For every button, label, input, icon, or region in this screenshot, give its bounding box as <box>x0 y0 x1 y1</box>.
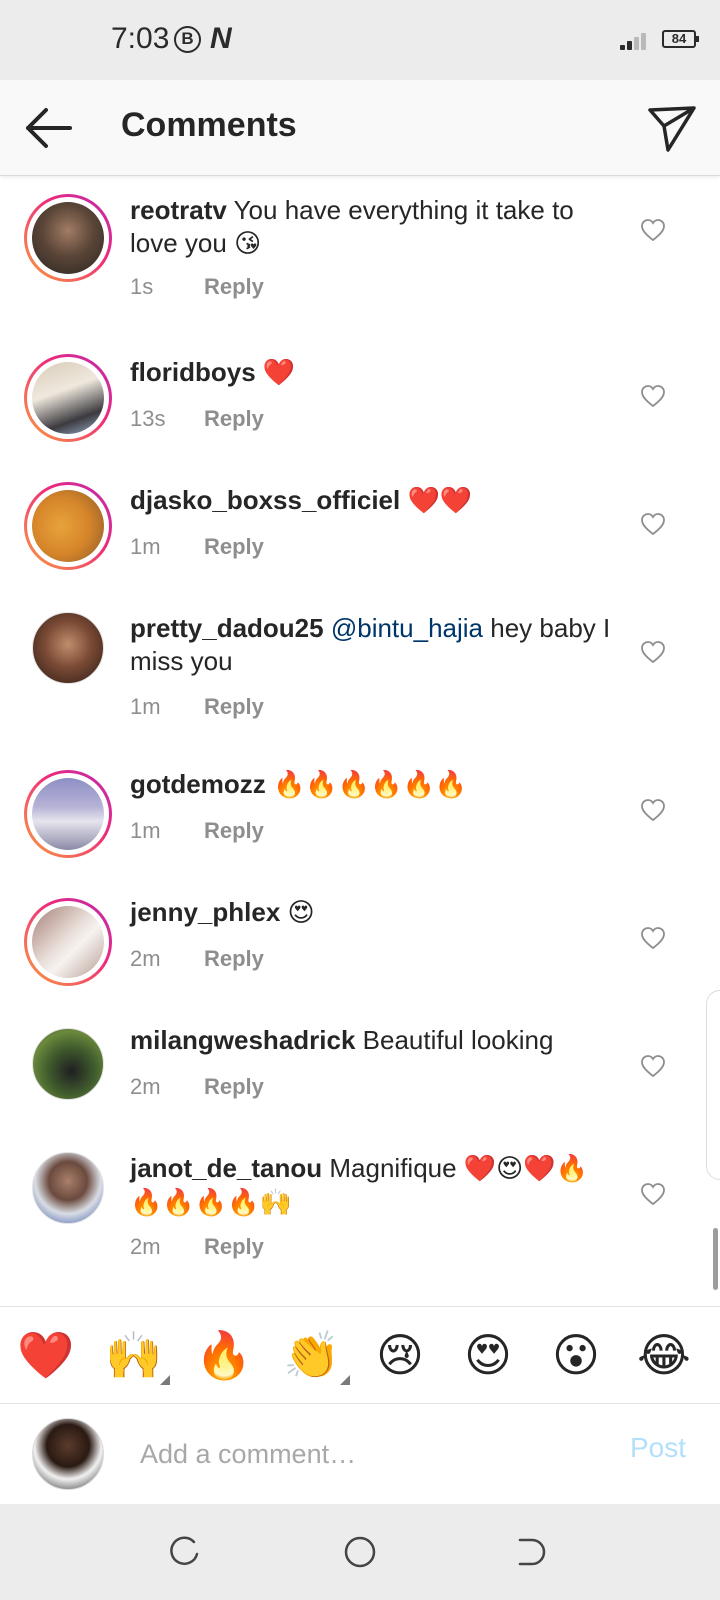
like-heart-icon[interactable] <box>640 1054 666 1078</box>
reply-button[interactable]: Reply <box>204 818 264 844</box>
emoji-heart-eyes-button[interactable]: 😍 <box>458 1325 518 1385</box>
reply-button[interactable]: Reply <box>204 946 264 972</box>
comment-time: 1s <box>130 274 154 299</box>
comment-time: 2m <box>130 1074 161 1099</box>
emoji-heart-button[interactable]: ❤️ <box>16 1325 76 1385</box>
edge-panel-handle[interactable] <box>706 990 720 1180</box>
emoji-variant-indicator <box>160 1375 170 1385</box>
emoji-fire-button[interactable]: 🔥 <box>194 1325 254 1385</box>
comment-username[interactable]: milangweshadrick <box>130 1025 355 1055</box>
back-arrow-icon[interactable] <box>22 104 74 152</box>
comment-emoji: 🔥🔥🔥🔥🔥🔥 <box>273 770 468 800</box>
avatar[interactable] <box>24 770 112 858</box>
emoji-clap-button[interactable]: 👏 <box>282 1325 342 1385</box>
comment-username[interactable]: jenny_phlex <box>130 897 280 927</box>
emoji-raised-hands-button[interactable]: 🙌 <box>104 1325 164 1385</box>
comment-time: 13s <box>130 406 166 431</box>
emoji-variant-indicator <box>340 1375 350 1385</box>
reply-button[interactable]: Reply <box>204 1074 264 1100</box>
like-heart-icon[interactable] <box>640 1182 666 1206</box>
comment-mention[interactable]: @bintu_hajia <box>331 613 483 643</box>
page-title: Comments <box>121 106 297 144</box>
reply-button[interactable]: Reply <box>204 274 264 300</box>
comment-item: jenny_phlex 😍 2m Reply <box>0 892 720 1002</box>
reply-button[interactable]: Reply <box>204 694 264 720</box>
comment-username[interactable]: djasko_boxss_officiel <box>130 485 400 515</box>
comment-username[interactable]: gotdemozz <box>130 769 266 799</box>
reply-button[interactable]: Reply <box>204 534 264 560</box>
reply-button[interactable]: Reply <box>204 406 264 432</box>
avatar[interactable] <box>24 194 112 282</box>
comment-username[interactable]: janot_de_tanou <box>130 1153 322 1183</box>
emoji-surprised-button[interactable]: 😮 <box>546 1325 606 1385</box>
emoji-laughing-button[interactable]: 😂 <box>634 1325 694 1385</box>
like-heart-icon[interactable] <box>640 640 666 664</box>
comment-body: Beautiful looking <box>362 1025 554 1055</box>
battery-icon: 84 <box>662 30 699 48</box>
comment-composer: Post <box>0 1404 720 1504</box>
avatar[interactable] <box>24 1144 112 1232</box>
emoji-crying-button[interactable]: 😢 <box>370 1325 430 1385</box>
home-icon[interactable] <box>342 1534 378 1570</box>
comment-emoji: ❤️ <box>262 358 296 388</box>
comment-username[interactable]: reotratv <box>130 195 227 225</box>
comment-time: 2m <box>130 946 161 971</box>
comment-username[interactable]: floridboys <box>130 357 256 387</box>
header: Comments <box>0 80 720 176</box>
quick-emoji-bar: ❤️ 🙌 🔥 👏 😢 😍 😮 😂 <box>0 1306 720 1404</box>
like-heart-icon[interactable] <box>640 384 666 408</box>
comment-emoji: 😍 <box>287 898 315 928</box>
avatar[interactable] <box>24 1020 112 1108</box>
direct-share-icon[interactable] <box>646 102 698 154</box>
avatar[interactable] <box>24 354 112 442</box>
comment-item: floridboys ❤️ 13s Reply <box>0 350 720 460</box>
like-heart-icon[interactable] <box>640 218 666 242</box>
back-nav-icon[interactable] <box>512 1534 548 1570</box>
avatar[interactable] <box>24 482 112 570</box>
comment-item: janot_de_tanou Magnifique ❤️😍❤️🔥🔥🔥🔥🔥🙌 2m… <box>0 1148 720 1288</box>
like-heart-icon[interactable] <box>640 798 666 822</box>
comment-item: djasko_boxss_officiel ❤️❤️ 1m Reply <box>0 478 720 588</box>
avatar[interactable] <box>24 604 112 692</box>
comment-item: pretty_dadou25 @bintu_hajia hey baby I m… <box>0 606 720 746</box>
signal-icon <box>620 30 654 50</box>
comment-emoji: 😘 <box>234 229 262 259</box>
status-bar: 7:03 B N 84 <box>0 0 720 80</box>
recent-apps-icon[interactable] <box>166 1534 202 1570</box>
comment-item: reotratv You have everything it take to … <box>0 190 720 330</box>
comment-item: gotdemozz 🔥🔥🔥🔥🔥🔥 1m Reply <box>0 764 720 874</box>
post-button[interactable]: Post <box>630 1432 686 1464</box>
status-time: 7:03 <box>111 22 170 55</box>
comment-emoji: ❤️❤️ <box>407 486 473 516</box>
comment-body: Magnifique <box>329 1153 457 1183</box>
comment-time: 1m <box>130 694 161 719</box>
like-heart-icon[interactable] <box>640 512 666 536</box>
comment-input[interactable] <box>140 1434 580 1474</box>
b-notification-icon: B <box>174 26 201 53</box>
comment-time: 1m <box>130 818 161 843</box>
system-nav-bar <box>0 1504 720 1600</box>
reply-button[interactable]: Reply <box>204 1234 264 1260</box>
avatar[interactable] <box>24 898 112 986</box>
n-notification-icon: N <box>210 22 232 55</box>
comment-item: milangweshadrick Beautiful looking 2m Rep… <box>0 1020 720 1130</box>
avatar <box>32 1418 104 1490</box>
like-heart-icon[interactable] <box>640 926 666 950</box>
scrollbar[interactable] <box>713 1228 718 1290</box>
comment-time: 1m <box>130 534 161 559</box>
comment-username[interactable]: pretty_dadou25 <box>130 613 324 643</box>
comment-time: 2m <box>130 1234 161 1259</box>
